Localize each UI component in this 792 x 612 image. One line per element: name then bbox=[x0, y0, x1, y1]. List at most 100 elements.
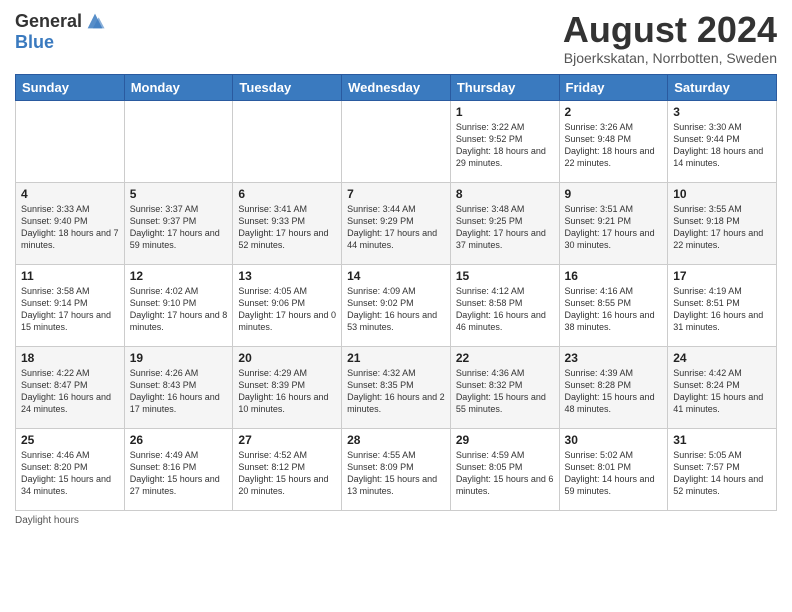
logo-icon bbox=[84, 10, 106, 32]
day-info: Sunrise: 4:32 AM Sunset: 8:35 PM Dayligh… bbox=[347, 367, 445, 416]
day-info: Sunrise: 4:42 AM Sunset: 8:24 PM Dayligh… bbox=[673, 367, 771, 416]
col-monday: Monday bbox=[124, 74, 233, 100]
day-number: 5 bbox=[130, 187, 228, 201]
footer: Daylight hours bbox=[15, 515, 777, 526]
calendar-week-4: 25 Sunrise: 4:46 AM Sunset: 8:20 PM Dayli… bbox=[16, 428, 777, 510]
col-wednesday: Wednesday bbox=[342, 74, 451, 100]
day-number: 17 bbox=[673, 269, 771, 283]
table-row bbox=[16, 100, 125, 182]
logo-blue-text: Blue bbox=[15, 32, 54, 53]
day-number: 9 bbox=[565, 187, 663, 201]
day-info: Sunrise: 4:36 AM Sunset: 8:32 PM Dayligh… bbox=[456, 367, 554, 416]
day-info: Sunrise: 4:59 AM Sunset: 8:05 PM Dayligh… bbox=[456, 449, 554, 498]
table-row: 18Sunrise: 4:22 AM Sunset: 8:47 PM Dayli… bbox=[16, 346, 125, 428]
day-info: Sunrise: 4:52 AM Sunset: 8:12 PM Dayligh… bbox=[238, 449, 336, 498]
table-row bbox=[233, 100, 342, 182]
table-row: 14Sunrise: 4:09 AM Sunset: 9:02 PM Dayli… bbox=[342, 264, 451, 346]
day-info: Sunrise: 4:19 AM Sunset: 8:51 PM Dayligh… bbox=[673, 285, 771, 334]
day-info: Sunrise: 3:44 AM Sunset: 9:29 PM Dayligh… bbox=[347, 203, 445, 252]
calendar: Sunday Monday Tuesday Wednesday Thursday… bbox=[15, 74, 777, 511]
day-number: 29 bbox=[456, 433, 554, 447]
day-number: 13 bbox=[238, 269, 336, 283]
day-number: 23 bbox=[565, 351, 663, 365]
day-number: 22 bbox=[456, 351, 554, 365]
day-number: 1 bbox=[456, 105, 554, 119]
table-row: 24 Sunrise: 4:42 AM Sunset: 8:24 PM Dayli… bbox=[668, 346, 777, 428]
day-number: 10 bbox=[673, 187, 771, 201]
day-info: Sunrise: 4:12 AM Sunset: 8:58 PM Dayligh… bbox=[456, 285, 554, 334]
day-info: Sunrise: 3:58 AM Sunset: 9:14 PM Dayligh… bbox=[21, 285, 119, 334]
day-number: 6 bbox=[238, 187, 336, 201]
day-number: 27 bbox=[238, 433, 336, 447]
col-saturday: Saturday bbox=[668, 74, 777, 100]
table-row: 7 Sunrise: 3:44 AM Sunset: 9:29 PM Daylig… bbox=[342, 182, 451, 264]
month-title: August 2024 bbox=[563, 10, 777, 50]
day-info: Sunrise: 3:48 AM Sunset: 9:25 PM Dayligh… bbox=[456, 203, 554, 252]
table-row: 28Sunrise: 4:55 AM Sunset: 8:09 PM Dayli… bbox=[342, 428, 451, 510]
table-row: 11 Sunrise: 3:58 AM Sunset: 9:14 PM Dayli… bbox=[16, 264, 125, 346]
table-row bbox=[124, 100, 233, 182]
day-info: Sunrise: 3:30 AM Sunset: 9:44 PM Dayligh… bbox=[673, 121, 771, 170]
day-number: 24 bbox=[673, 351, 771, 365]
day-number: 31 bbox=[673, 433, 771, 447]
table-row: 4Sunrise: 3:33 AM Sunset: 9:40 PM Daylig… bbox=[16, 182, 125, 264]
day-info: Sunrise: 4:49 AM Sunset: 8:16 PM Dayligh… bbox=[130, 449, 228, 498]
day-info: Sunrise: 4:29 AM Sunset: 8:39 PM Dayligh… bbox=[238, 367, 336, 416]
table-row: 8 Sunrise: 3:48 AM Sunset: 9:25 PM Daylig… bbox=[450, 182, 559, 264]
table-row: 12Sunrise: 4:02 AM Sunset: 9:10 PM Dayli… bbox=[124, 264, 233, 346]
day-number: 2 bbox=[565, 105, 663, 119]
day-number: 14 bbox=[347, 269, 445, 283]
table-row: 1 Sunrise: 3:22 AM Sunset: 9:52 PM Daylig… bbox=[450, 100, 559, 182]
calendar-week-1: 4Sunrise: 3:33 AM Sunset: 9:40 PM Daylig… bbox=[16, 182, 777, 264]
day-info: Sunrise: 3:37 AM Sunset: 9:37 PM Dayligh… bbox=[130, 203, 228, 252]
day-info: Sunrise: 4:26 AM Sunset: 8:43 PM Dayligh… bbox=[130, 367, 228, 416]
header: General Blue August 2024 Bjoerkskatan, N… bbox=[15, 10, 777, 66]
day-number: 8 bbox=[456, 187, 554, 201]
table-row: 26 Sunrise: 4:49 AM Sunset: 8:16 PM Dayli… bbox=[124, 428, 233, 510]
day-number: 20 bbox=[238, 351, 336, 365]
table-row: 31 Sunrise: 5:05 AM Sunset: 7:57 PM Dayli… bbox=[668, 428, 777, 510]
day-number: 4 bbox=[21, 187, 119, 201]
table-row: 10 Sunrise: 3:55 AM Sunset: 9:18 PM Dayli… bbox=[668, 182, 777, 264]
day-number: 3 bbox=[673, 105, 771, 119]
table-row: 16Sunrise: 4:16 AM Sunset: 8:55 PM Dayli… bbox=[559, 264, 668, 346]
table-row: 27 Sunrise: 4:52 AM Sunset: 8:12 PM Dayli… bbox=[233, 428, 342, 510]
day-number: 19 bbox=[130, 351, 228, 365]
table-row: 9Sunrise: 3:51 AM Sunset: 9:21 PM Daylig… bbox=[559, 182, 668, 264]
table-row: 30Sunrise: 5:02 AM Sunset: 8:01 PM Dayli… bbox=[559, 428, 668, 510]
col-tuesday: Tuesday bbox=[233, 74, 342, 100]
calendar-week-3: 18Sunrise: 4:22 AM Sunset: 8:47 PM Dayli… bbox=[16, 346, 777, 428]
logo: General Blue bbox=[15, 10, 106, 53]
day-info: Sunrise: 3:55 AM Sunset: 9:18 PM Dayligh… bbox=[673, 203, 771, 252]
day-info: Sunrise: 4:39 AM Sunset: 8:28 PM Dayligh… bbox=[565, 367, 663, 416]
table-row: 15Sunrise: 4:12 AM Sunset: 8:58 PM Dayli… bbox=[450, 264, 559, 346]
day-info: Sunrise: 4:46 AM Sunset: 8:20 PM Dayligh… bbox=[21, 449, 119, 498]
page: General Blue August 2024 Bjoerkskatan, N… bbox=[0, 0, 792, 612]
day-number: 25 bbox=[21, 433, 119, 447]
day-info: Sunrise: 5:05 AM Sunset: 7:57 PM Dayligh… bbox=[673, 449, 771, 498]
table-row: 20 Sunrise: 4:29 AM Sunset: 8:39 PM Dayli… bbox=[233, 346, 342, 428]
table-row: 17 Sunrise: 4:19 AM Sunset: 8:51 PM Dayli… bbox=[668, 264, 777, 346]
day-info: Sunrise: 4:16 AM Sunset: 8:55 PM Dayligh… bbox=[565, 285, 663, 334]
day-number: 30 bbox=[565, 433, 663, 447]
table-row: 25 Sunrise: 4:46 AM Sunset: 8:20 PM Dayli… bbox=[16, 428, 125, 510]
table-row: 6 Sunrise: 3:41 AM Sunset: 9:33 PM Daylig… bbox=[233, 182, 342, 264]
day-info: Sunrise: 4:55 AM Sunset: 8:09 PM Dayligh… bbox=[347, 449, 445, 498]
table-row: 3 Sunrise: 3:30 AM Sunset: 9:44 PM Daylig… bbox=[668, 100, 777, 182]
col-thursday: Thursday bbox=[450, 74, 559, 100]
day-info: Sunrise: 3:41 AM Sunset: 9:33 PM Dayligh… bbox=[238, 203, 336, 252]
day-number: 11 bbox=[21, 269, 119, 283]
table-row: 13Sunrise: 4:05 AM Sunset: 9:06 PM Dayli… bbox=[233, 264, 342, 346]
table-row bbox=[342, 100, 451, 182]
day-number: 12 bbox=[130, 269, 228, 283]
col-sunday: Sunday bbox=[16, 74, 125, 100]
day-info: Sunrise: 3:22 AM Sunset: 9:52 PM Dayligh… bbox=[456, 121, 554, 170]
table-row: 19 Sunrise: 4:26 AM Sunset: 8:43 PM Dayli… bbox=[124, 346, 233, 428]
day-number: 26 bbox=[130, 433, 228, 447]
logo-general-text: General bbox=[15, 11, 82, 32]
calendar-header-row: Sunday Monday Tuesday Wednesday Thursday… bbox=[16, 74, 777, 100]
table-row: 29 Sunrise: 4:59 AM Sunset: 8:05 PM Dayli… bbox=[450, 428, 559, 510]
location: Bjoerkskatan, Norrbotten, Sweden bbox=[563, 50, 777, 66]
daylight-label: Daylight hours bbox=[15, 515, 79, 526]
day-number: 7 bbox=[347, 187, 445, 201]
